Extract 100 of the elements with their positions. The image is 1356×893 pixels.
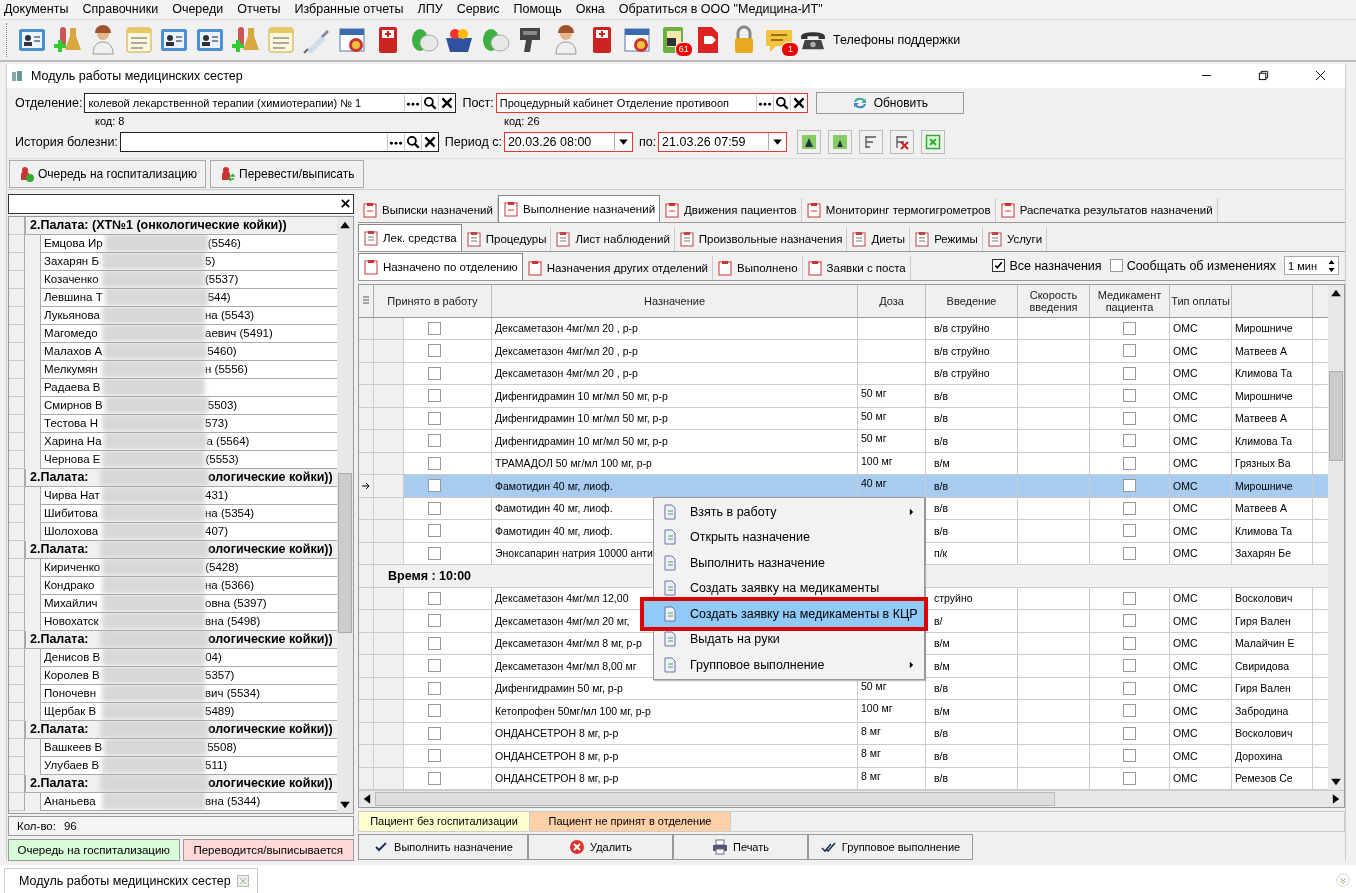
menu-item[interactable]: Очереди	[172, 2, 224, 17]
checkbox[interactable]	[428, 456, 441, 470]
checkbox[interactable]	[428, 546, 441, 560]
column-header[interactable]: Принято в работу	[374, 284, 492, 317]
column-header[interactable]: Введение	[926, 284, 1018, 317]
group-execute-button[interactable]: Групповое выполнение	[808, 833, 973, 860]
tab[interactable]: Движения пациентов	[660, 197, 802, 222]
row-header[interactable]	[359, 317, 374, 340]
checkbox[interactable]	[428, 704, 441, 718]
refresh-button[interactable]: Обновить	[815, 91, 964, 114]
checkbox[interactable]	[428, 681, 441, 695]
tab[interactable]: Произвольные назначения	[674, 226, 848, 251]
checkbox[interactable]	[428, 659, 441, 673]
checkbox[interactable]	[1109, 259, 1123, 273]
checkbox[interactable]	[1123, 749, 1136, 763]
close-icon[interactable]	[1315, 70, 1326, 82]
checkbox[interactable]	[1123, 501, 1136, 515]
clear-icon[interactable]	[340, 198, 351, 210]
tab[interactable]: Услуги	[982, 226, 1048, 251]
tab[interactable]: Распечатка результатов назначений	[995, 197, 1218, 222]
checkbox[interactable]	[1123, 726, 1136, 740]
checkbox[interactable]	[1123, 479, 1136, 493]
menu-item[interactable]: Окна	[575, 2, 605, 17]
column-header[interactable]: Назначение	[492, 284, 858, 317]
menu-item[interactable]: Сервис	[456, 2, 500, 17]
checkbox[interactable]	[1123, 344, 1136, 358]
checkbox[interactable]	[1123, 614, 1136, 628]
date-field[interactable]: 20.03.26 08:00	[503, 131, 633, 152]
tab[interactable]: Режимы	[910, 226, 983, 251]
checkbox[interactable]	[1123, 434, 1136, 448]
menu-item[interactable]: Отчеты	[237, 2, 281, 17]
export-button[interactable]	[921, 129, 946, 154]
search-field[interactable]	[8, 193, 354, 214]
tab[interactable]: Лист наблюдений	[551, 226, 675, 251]
tab[interactable]: Назначено по отделению	[358, 252, 523, 280]
delete-button[interactable]: Удалить	[528, 833, 673, 860]
checkbox[interactable]	[1123, 659, 1136, 673]
checkbox[interactable]	[1123, 411, 1136, 425]
checkbox[interactable]	[992, 259, 1006, 273]
checkbox[interactable]	[1123, 704, 1136, 718]
ellipsis-icon[interactable]	[386, 133, 404, 150]
ellipsis-icon[interactable]	[404, 94, 422, 111]
checkbox[interactable]	[428, 344, 441, 358]
checkbox[interactable]	[1123, 456, 1136, 470]
action-button[interactable]: Очередь на госпитализацию	[9, 159, 207, 188]
tab[interactable]: Заявки с поста	[802, 255, 911, 280]
support-phones-link[interactable]: Телефоны поддержки	[833, 32, 961, 47]
column-chooser-icon[interactable]	[362, 295, 370, 306]
ellipsis-icon[interactable]	[755, 94, 773, 111]
history-field[interactable]	[119, 131, 439, 152]
menu-item[interactable]: Групповое выполнение	[654, 652, 924, 678]
menu-item[interactable]: Взять в работу	[654, 499, 924, 525]
checkbox[interactable]	[1123, 636, 1136, 650]
post-field[interactable]: Процедурный кабинет Отделение противооп	[495, 92, 808, 113]
checkbox[interactable]	[428, 726, 441, 740]
tab[interactable]: Лек. средства	[358, 223, 462, 251]
menu-item[interactable]: Избранные отчеты	[294, 2, 404, 17]
clear-filter-button[interactable]	[890, 129, 915, 154]
menu-item[interactable]: Документы	[4, 2, 69, 17]
menu-item[interactable]: Справочники	[82, 2, 159, 17]
menu-item[interactable]: Создать заявку на медикаменты	[654, 575, 924, 601]
scrollbar[interactable]	[337, 216, 353, 813]
menu-item[interactable]: ЛПУ	[417, 2, 443, 17]
increase-button[interactable]	[797, 129, 822, 154]
checkbox[interactable]	[1123, 321, 1136, 335]
checkbox[interactable]	[428, 636, 441, 650]
tab[interactable]: Выполнено	[713, 255, 803, 280]
date-field[interactable]: 21.03.26 07:59	[658, 131, 788, 152]
checkbox[interactable]	[428, 771, 441, 785]
column-header[interactable]: Медикамент пациента	[1090, 284, 1170, 317]
checkbox[interactable]	[428, 389, 441, 403]
tab[interactable]: Диеты	[847, 226, 911, 251]
checkbox[interactable]	[1123, 771, 1136, 785]
checkbox[interactable]	[428, 321, 441, 335]
scrollbar-thumb[interactable]	[338, 472, 352, 633]
decrease-button[interactable]	[828, 129, 853, 154]
checkbox[interactable]	[1123, 389, 1136, 403]
search-icon[interactable]	[772, 94, 790, 111]
checkbox[interactable]	[1123, 681, 1136, 695]
document-tab[interactable]: Модуль работы медицинских сестер	[4, 868, 258, 893]
ward-row[interactable]: 2.Палата: (ХТ№1 (онкологические койки))	[25, 216, 337, 235]
tab[interactable]: Выполнение назначений	[497, 194, 661, 222]
column-header[interactable]: Доза	[858, 284, 926, 317]
scrollbar-thumb[interactable]	[1329, 370, 1343, 461]
checkbox[interactable]	[428, 366, 441, 380]
checkbox[interactable]	[1123, 366, 1136, 380]
checkbox[interactable]	[428, 591, 441, 605]
execute-button[interactable]: Выполнить назначение	[358, 833, 528, 860]
checkbox[interactable]	[428, 411, 441, 425]
checkbox[interactable]	[428, 614, 441, 628]
tab[interactable]: Процедуры	[461, 226, 552, 251]
checkbox[interactable]	[428, 524, 441, 538]
chevron-down-icon[interactable]	[1336, 873, 1350, 887]
tab[interactable]: Назначения других отделений	[522, 255, 714, 280]
checkbox[interactable]	[428, 434, 441, 448]
search-icon[interactable]	[403, 133, 421, 150]
menu-item[interactable]: Помощь	[513, 2, 562, 17]
scrollbar[interactable]	[1328, 284, 1344, 790]
menu-item[interactable]: Выполнить назначение	[654, 550, 924, 576]
checkbox[interactable]	[428, 479, 441, 493]
